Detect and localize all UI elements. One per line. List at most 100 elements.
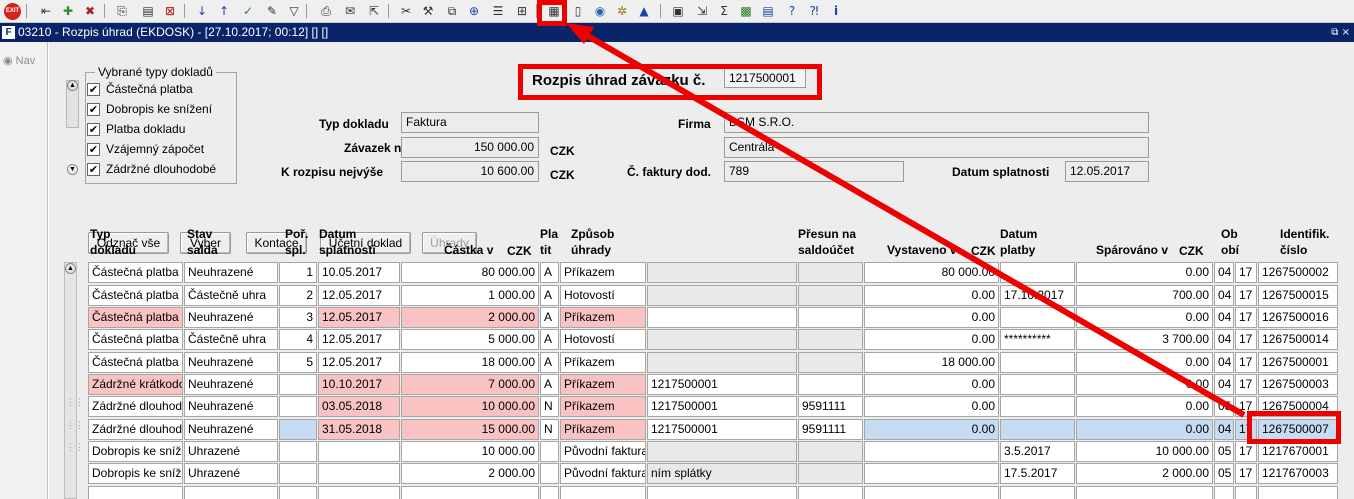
table-cell-ident[interactable]: 1267500003 <box>1258 374 1338 395</box>
table-cell-vystaveno[interactable]: 0.00 <box>864 396 999 417</box>
table-cell-zpusob[interactable]: Příkazem <box>560 262 646 283</box>
table-cell-datum[interactable]: 03.05.2018 <box>318 396 400 417</box>
table-cell-datum-platby[interactable]: 17.10.2017 <box>1000 285 1075 306</box>
table-cell-ref[interactable] <box>647 285 797 306</box>
table-cell-por[interactable]: 2 <box>279 285 317 306</box>
table-cell-vystaveno[interactable] <box>864 441 999 462</box>
table-cell-plat[interactable] <box>540 441 559 462</box>
calendar-icon[interactable]: ▣ <box>670 3 686 19</box>
table-cell-ident[interactable]: 1267500007 <box>1258 419 1338 440</box>
table-cell-por[interactable] <box>279 419 317 440</box>
datum-splatnosti-field[interactable]: 12.05.2017 <box>1065 161 1149 182</box>
table-cell-typ[interactable]: Dobropis ke snížení <box>88 441 183 462</box>
table-cell-sparovano[interactable]: 0.00 <box>1076 262 1213 283</box>
table-cell-datum-platby[interactable]: ********** <box>1000 329 1075 350</box>
table-cell-castka[interactable]: 10 000.00 <box>401 441 539 462</box>
table-cell-por[interactable] <box>279 441 317 462</box>
clear-icon[interactable]: ⊠ <box>162 3 178 19</box>
table-cell-zpusob[interactable]: Příkazem <box>560 419 646 440</box>
table-cell-por[interactable] <box>279 374 317 395</box>
table-cell-stav[interactable]: Neuhrazené <box>184 396 278 417</box>
table-cell-castka[interactable]: 7 000.00 <box>401 374 539 395</box>
row-drag-handle-icon[interactable]: ⋮⋮ <box>66 443 84 458</box>
table-cell-castka[interactable]: 80 000.00 <box>401 262 539 283</box>
table-cell-datum-platby[interactable] <box>1000 352 1075 373</box>
table-cell-ob1[interactable]: 04 <box>1214 262 1234 283</box>
table-cell-ob1[interactable] <box>1214 486 1234 499</box>
table-cell-typ[interactable]: Zádržné dlouhodobé <box>88 419 183 440</box>
table-cell-ob2[interactable]: 17 <box>1235 262 1257 283</box>
add-record-icon[interactable]: ✚ <box>60 3 76 19</box>
table-cell-ref[interactable] <box>647 307 797 328</box>
filter-icon[interactable]: ▽ <box>286 3 302 19</box>
table-cell-datum[interactable] <box>318 441 400 462</box>
firma-branch-field[interactable]: Centrála <box>724 137 1149 158</box>
table-cell-ident[interactable]: 1217670003 <box>1258 463 1338 484</box>
table-scroll-up-icon[interactable]: ▲ <box>65 263 76 274</box>
tools-icon[interactable]: ⚒ <box>420 3 436 19</box>
table-cell-sparovano[interactable]: 2 000.00 <box>1076 463 1213 484</box>
scroll-down-icon[interactable]: ▼ <box>67 164 78 175</box>
table-cell-sparovano[interactable]: 0.00 <box>1076 307 1213 328</box>
table-cell-por[interactable]: 1 <box>279 262 317 283</box>
zavazek-amount-field[interactable]: 150 000.00 <box>401 137 539 158</box>
table-cell-ob2[interactable]: 17 <box>1235 441 1257 462</box>
table-cell-ob1[interactable]: 04 <box>1214 374 1234 395</box>
calculator-icon[interactable]: ▤ <box>760 3 776 19</box>
first-record-icon[interactable]: ⇤ <box>38 3 54 19</box>
table-cell-ident[interactable]: 1267500015 <box>1258 285 1338 306</box>
table-cell-vystaveno[interactable]: 0.00 <box>864 329 999 350</box>
table-cell-plat[interactable]: A <box>540 307 559 328</box>
sort-desc-icon[interactable]: ↑ <box>216 3 232 19</box>
table-cell-sparovano[interactable]: 700.00 <box>1076 285 1213 306</box>
k-rozpisu-field[interactable]: 10 600.00 <box>401 161 539 182</box>
table-cell-ref[interactable]: ním splátky <box>647 463 797 484</box>
table-cell-plat[interactable]: A <box>540 352 559 373</box>
table-cell-stav[interactable]: Neuhrazené <box>184 262 278 283</box>
table-cell-ob2[interactable]: 17 <box>1235 352 1257 373</box>
table-cell-por[interactable] <box>279 463 317 484</box>
table-cell-sparovano[interactable]: 3 700.00 <box>1076 329 1213 350</box>
table-cell-datum[interactable]: 12.05.2017 <box>318 285 400 306</box>
table-cell-ob1[interactable]: 04 <box>1214 352 1234 373</box>
sort-asc-icon[interactable]: ↓ <box>194 3 210 19</box>
nav-label[interactable]: ◉ Nav <box>3 54 35 67</box>
table-cell-ref[interactable] <box>647 352 797 373</box>
table-cell-datum[interactable]: 12.05.2017 <box>318 307 400 328</box>
table-cell-plat[interactable]: A <box>540 262 559 283</box>
table-cell-stav[interactable]: Částečně uhra <box>184 329 278 350</box>
row-drag-handle-icon[interactable]: ⋮⋮ <box>66 398 84 413</box>
table-cell-typ[interactable]: Částečná platba <box>88 262 183 283</box>
table-cell-ob2[interactable]: 17 <box>1235 396 1257 417</box>
table-cell-zpusob[interactable]: Příkazem <box>560 352 646 373</box>
table-cell-castka[interactable]: 15 000.00 <box>401 419 539 440</box>
table-cell-datum-platby[interactable] <box>1000 486 1075 499</box>
table-cell-castka[interactable]: 10 000.00 <box>401 396 539 417</box>
table-cell-ob2[interactable] <box>1235 486 1257 499</box>
checkbox-vzajemny-zapocet[interactable]: ✔ <box>87 143 100 156</box>
table-cell-datum[interactable] <box>318 486 400 499</box>
table-cell-vystaveno[interactable]: 0.00 <box>864 419 999 440</box>
table-cell-datum[interactable]: 12.05.2017 <box>318 329 400 350</box>
help-icon[interactable]: ? <box>784 3 800 19</box>
table-cell-presun[interactable] <box>798 307 863 328</box>
table-cell-ref[interactable] <box>647 262 797 283</box>
table-cell-typ[interactable]: Částečná platba <box>88 329 183 350</box>
checkbox-zadrzne-dlouhodobe[interactable]: ✔ <box>87 163 100 176</box>
table-cell-castka[interactable]: 18 000.00 <box>401 352 539 373</box>
table-cell-castka[interactable]: 5 000.00 <box>401 329 539 350</box>
print-icon[interactable]: ⎙ <box>318 3 334 19</box>
table-cell-vystaveno[interactable] <box>864 463 999 484</box>
table-cell-sparovano[interactable]: 0.00 <box>1076 374 1213 395</box>
checkbox-dobropis[interactable]: ✔ <box>87 103 100 116</box>
table-cell-ob1[interactable]: 05 <box>1214 441 1234 462</box>
table-cell-por[interactable]: 3 <box>279 307 317 328</box>
table-cell-presun[interactable] <box>798 486 863 499</box>
exit-button[interactable]: EXIT <box>4 3 21 20</box>
table-cell-datum-platby[interactable]: 17.5.2017 <box>1000 463 1075 484</box>
table-cell-plat[interactable]: A <box>540 374 559 395</box>
table-cell-ob1[interactable]: 04 <box>1214 307 1234 328</box>
typ-dokladu-field[interactable]: Faktura <box>401 112 539 133</box>
table-cell-zpusob[interactable]: Hotovostí <box>560 329 646 350</box>
table-cell-vystaveno[interactable]: 0.00 <box>864 285 999 306</box>
